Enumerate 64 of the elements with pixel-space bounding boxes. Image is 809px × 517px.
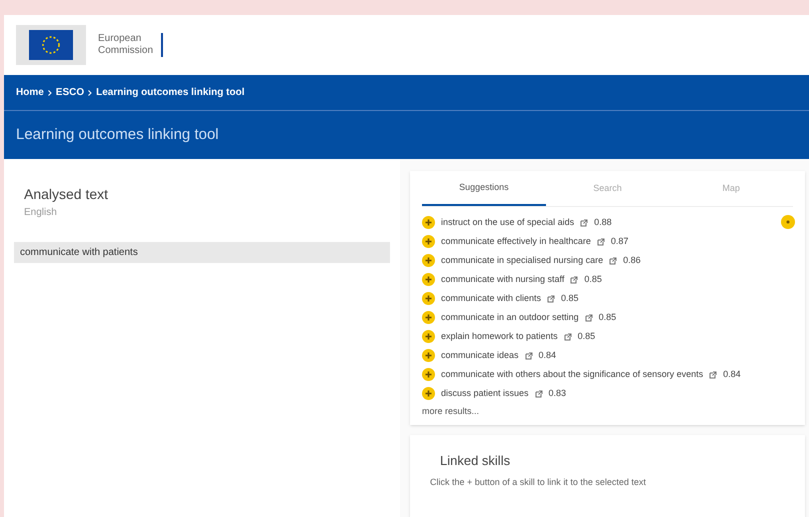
score: 0.88 <box>594 216 612 229</box>
add-button[interactable] <box>422 216 435 229</box>
skill-name: communicate in an outdoor setting <box>441 310 579 324</box>
score: 0.83 <box>548 386 566 400</box>
page-title: Learning outcomes linking tool <box>16 124 219 145</box>
score: 0.85 <box>598 310 616 324</box>
score: 0.85 <box>584 272 602 286</box>
plus-icon <box>425 390 432 397</box>
add-button[interactable] <box>422 235 435 248</box>
plus-icon <box>425 219 432 226</box>
chevron-icon <box>88 90 92 96</box>
external-link-icon[interactable] <box>570 276 578 284</box>
score: 0.86 <box>623 254 641 267</box>
skill-name: communicate in specialised nursing care <box>441 254 604 267</box>
score: 0.84 <box>538 348 556 362</box>
logo-icon <box>16 25 86 65</box>
external-link-icon[interactable] <box>609 256 618 264</box>
section-title: Linked skills <box>440 452 512 470</box>
score: 0.84 <box>723 368 741 381</box>
language-label: English <box>24 206 58 220</box>
add-button[interactable] <box>422 387 435 400</box>
breadcrumb-link[interactable]: Home <box>16 85 44 100</box>
score: 0.87 <box>610 234 628 248</box>
plus-icon <box>425 238 432 245</box>
tab[interactable]: Suggestions <box>422 171 546 206</box>
external-link-icon[interactable] <box>547 294 556 302</box>
add-button[interactable] <box>422 368 435 381</box>
skill-name: communicate ideas <box>441 348 519 362</box>
breadcrumb-link[interactable]: ESCO <box>56 85 84 100</box>
add-button[interactable] <box>422 254 435 267</box>
plus-icon <box>425 276 432 283</box>
plus-icon <box>425 333 432 340</box>
external-link-icon[interactable] <box>534 390 543 398</box>
skill-name: communicate with clients <box>441 292 542 305</box>
chevron-icon <box>48 90 52 96</box>
hint-text: Click the + button of a skill to link it to the selected text <box>430 476 647 489</box>
external-link-icon[interactable] <box>709 370 718 378</box>
plus-icon <box>425 352 432 359</box>
more-results-link[interactable]: more results... <box>422 405 793 418</box>
plus-icon <box>425 257 432 264</box>
skill-name: discuss patient issues <box>441 386 529 400</box>
breadcrumb-link[interactable]: Learning outcomes linking tool <box>96 85 244 100</box>
add-button[interactable] <box>422 349 435 362</box>
external-link-icon[interactable] <box>584 314 593 322</box>
logo-text: European Commission <box>98 33 164 57</box>
plus-icon <box>425 295 432 302</box>
add-button[interactable] <box>422 311 435 324</box>
external-link-icon[interactable] <box>596 238 605 246</box>
add-button[interactable] <box>422 273 435 286</box>
plus-icon <box>425 314 432 321</box>
external-link-icon[interactable] <box>564 332 572 340</box>
plus-icon <box>425 371 432 378</box>
skill-name: communicate with others about the significance of sensory events <box>441 368 704 381</box>
panel-title: Analysed text <box>24 185 110 204</box>
external-link-icon[interactable] <box>580 218 588 226</box>
add-button[interactable] <box>422 292 435 305</box>
score: 0.85 <box>578 330 596 343</box>
skill-name: explain homework to patients <box>441 330 558 343</box>
skill-name: instruct on the use of special aids <box>441 216 574 229</box>
skill-name: communicate with nursing staff <box>441 272 564 286</box>
external-link-icon[interactable] <box>524 352 533 360</box>
score: 0.85 <box>561 292 579 305</box>
add-button[interactable] <box>422 330 435 343</box>
skill-name: communicate effectively in healthcare <box>441 234 591 248</box>
